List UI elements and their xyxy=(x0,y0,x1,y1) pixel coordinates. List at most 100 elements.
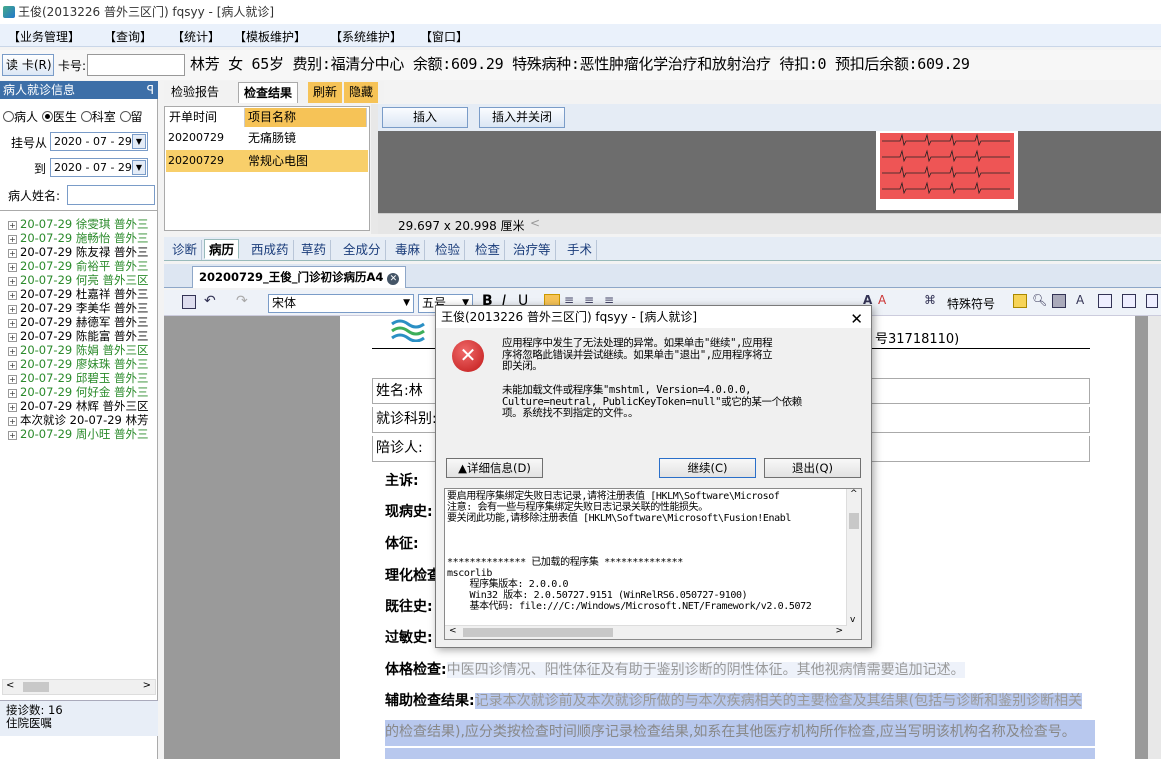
list-item[interactable]: +20-07-29 施畅怡 普外三 xyxy=(8,231,149,245)
col-header-name[interactable]: 项目名称 xyxy=(245,108,367,127)
hide-button[interactable]: 隐藏 xyxy=(344,82,379,103)
name-value[interactable]: 林 xyxy=(409,383,423,399)
tab-western-medicine[interactable]: 西成药 xyxy=(247,240,294,260)
col-header-time[interactable]: 开单时间 xyxy=(166,108,245,127)
tab-surgery[interactable]: 手术 xyxy=(563,240,598,260)
list-item[interactable]: +20-07-29 徐雯琪 普外三 xyxy=(8,217,149,231)
special-symbol-icon[interactable]: ⌘ xyxy=(924,293,936,307)
menu-query[interactable]: 【查询】 xyxy=(104,28,152,45)
list-item[interactable]: +20-07-29 陈娟 普外三区 xyxy=(8,343,149,357)
list-item[interactable]: +20-07-29 陈能富 普外三 xyxy=(8,329,149,343)
list-item[interactable]: +20-07-29 邱碧玉 普外三 xyxy=(8,371,149,385)
note-icon[interactable] xyxy=(1013,294,1027,308)
list-item[interactable]: +20-07-29 周小旺 普外三 xyxy=(8,427,149,441)
ecg-thumbnail[interactable] xyxy=(876,131,1018,210)
list-item[interactable]: +20-07-29 陈友禄 普外三 xyxy=(8,245,149,259)
expand-icon[interactable]: + xyxy=(8,263,17,272)
replace-icon[interactable]: A xyxy=(1076,293,1084,307)
expand-icon[interactable]: + xyxy=(8,361,17,370)
menu-template[interactable]: 【模板维护】 xyxy=(234,28,306,45)
list-item[interactable]: +20-07-29 俞裕平 普外三 xyxy=(8,259,149,273)
tab-exam-result[interactable]: 检查结果 xyxy=(238,82,299,103)
menu-system[interactable]: 【系统维护】 xyxy=(330,28,402,45)
list-item[interactable]: +20-07-29 林辉 普外三区 xyxy=(8,399,149,413)
undo-icon[interactable]: ↶ xyxy=(204,293,216,309)
details-textbox[interactable]: 要启用程序集绑定失败日志记录,请将注册表值 [HKLM\Software\Mic… xyxy=(444,488,862,640)
list-item[interactable]: +20-07-29 赫德军 普外三 xyxy=(8,315,149,329)
expand-icon[interactable]: + xyxy=(8,417,17,426)
scroll-thumb[interactable] xyxy=(463,628,613,637)
details-horizontal-scrollbar[interactable]: < > xyxy=(445,625,847,639)
chevron-up-icon[interactable]: ^ xyxy=(850,489,858,499)
insert-icon[interactable] xyxy=(1122,294,1136,308)
special-symbol-button[interactable]: 特殊符号 xyxy=(947,295,995,312)
patient-name-input[interactable] xyxy=(67,185,155,205)
physical-exam-hint[interactable]: 中医四诊情况、阳性体征及有助于鉴别诊断的阴性体征。其他视病情需要追加记述。 xyxy=(446,662,965,678)
aux-exam-text[interactable]: 记录本次就诊前及本次就诊所做的与本次疾病相关的主要检查及其结果(包括与诊断和鉴别… xyxy=(474,693,1083,709)
tab-lab-report[interactable]: 检验报告 xyxy=(166,82,224,103)
more-icon[interactable] xyxy=(1146,294,1158,308)
tab-herbal[interactable]: 草药 xyxy=(297,240,332,260)
radio-stay[interactable] xyxy=(119,111,131,122)
expand-icon[interactable]: + xyxy=(8,235,17,244)
chevron-left-icon[interactable]: < xyxy=(530,216,540,230)
close-icon[interactable]: ✕ xyxy=(387,273,400,285)
tab-treatment[interactable]: 治疗等 xyxy=(509,240,556,260)
expand-icon[interactable]: + xyxy=(8,221,17,230)
expand-icon[interactable]: + xyxy=(8,319,17,328)
radio-dept[interactable] xyxy=(80,111,92,122)
date-from-picker[interactable]: 2020 - 07 - 29 ▼ xyxy=(50,132,148,151)
list-item[interactable]: +20-07-29 李美华 普外三 xyxy=(8,301,149,315)
date-to-picker[interactable]: 2020 - 07 - 29 ▼ xyxy=(50,158,148,177)
menu-window[interactable]: 【窗口】 xyxy=(420,28,468,45)
scroll-thumb[interactable] xyxy=(23,682,49,692)
tab-exam[interactable]: 检查 xyxy=(471,240,506,260)
find-icon[interactable] xyxy=(1052,294,1066,308)
chevron-down-icon[interactable]: v xyxy=(850,615,855,625)
refresh-button[interactable]: 刷新 xyxy=(308,82,343,103)
chevron-right-icon[interactable]: > xyxy=(835,626,843,636)
continue-button[interactable]: 继续(C) xyxy=(659,458,756,478)
expand-icon[interactable]: + xyxy=(8,347,17,356)
vertical-scrollbar[interactable] xyxy=(1148,316,1161,759)
chevron-left-icon[interactable]: < xyxy=(449,626,457,636)
chevron-down-icon[interactable]: ▼ xyxy=(132,134,146,149)
exit-button[interactable]: 退出(Q) xyxy=(764,458,861,478)
card-number-input[interactable] xyxy=(87,54,185,76)
close-icon[interactable]: ✕ xyxy=(850,308,863,330)
chevron-down-icon[interactable]: ▼ xyxy=(403,295,410,312)
table-row[interactable]: 20200729 无痛肠镜 xyxy=(166,127,368,149)
expand-icon[interactable]: + xyxy=(8,333,17,342)
list-item[interactable]: + 本次就诊 20-07-29 林芳 xyxy=(8,413,149,427)
redo-icon[interactable]: ↷ xyxy=(236,293,248,309)
details-vertical-scrollbar[interactable]: ^ v xyxy=(846,489,861,639)
font-select[interactable]: 宋体 ▼ xyxy=(268,294,414,313)
tab-full-component[interactable]: 全成分 xyxy=(339,240,386,260)
expand-icon[interactable]: + xyxy=(8,277,17,286)
list-item[interactable]: +20-07-29 廖妹珠 普外三 xyxy=(8,357,149,371)
expand-icon[interactable]: + xyxy=(8,291,17,300)
save-icon[interactable] xyxy=(182,295,196,309)
inpatient-orders[interactable]: 住院医嘱 xyxy=(6,717,152,730)
splitter[interactable] xyxy=(371,104,378,234)
tab-diagnosis[interactable]: 诊断 xyxy=(168,240,203,260)
font-color-icon[interactable]: A xyxy=(878,293,886,307)
tab-record[interactable]: 病历 xyxy=(204,239,240,259)
menu-business[interactable]: 【业务管理】 xyxy=(8,28,80,45)
expand-icon[interactable]: + xyxy=(8,249,17,258)
search-icon[interactable]: 🔍︎ xyxy=(1032,293,1047,307)
chevron-right-icon[interactable]: > xyxy=(143,680,151,691)
tab-lab[interactable]: 检验 xyxy=(431,240,466,260)
tab-narcotic[interactable]: 毒麻 xyxy=(391,240,426,260)
expand-icon[interactable]: + xyxy=(8,305,17,314)
expand-icon[interactable]: + xyxy=(8,403,17,412)
pin-icon[interactable]: ꟼ xyxy=(147,81,154,99)
list-item[interactable]: +20-07-29 何好金 普外三 xyxy=(8,385,149,399)
expand-icon[interactable]: + xyxy=(8,375,17,384)
insert-button[interactable]: 插入 xyxy=(382,107,468,128)
list-item[interactable]: +20-07-29 何亮 普外三区 xyxy=(8,273,149,287)
expand-icon[interactable]: + xyxy=(8,389,17,398)
aux-exam-text-2[interactable]: 的检查结果),应分类按检查时间顺序记录检查结果,如系在其他医疗机构所作检查,应当… xyxy=(385,720,1095,746)
read-card-button[interactable]: 读 卡(R) xyxy=(2,54,54,76)
chevron-down-icon[interactable]: ▼ xyxy=(132,160,146,175)
